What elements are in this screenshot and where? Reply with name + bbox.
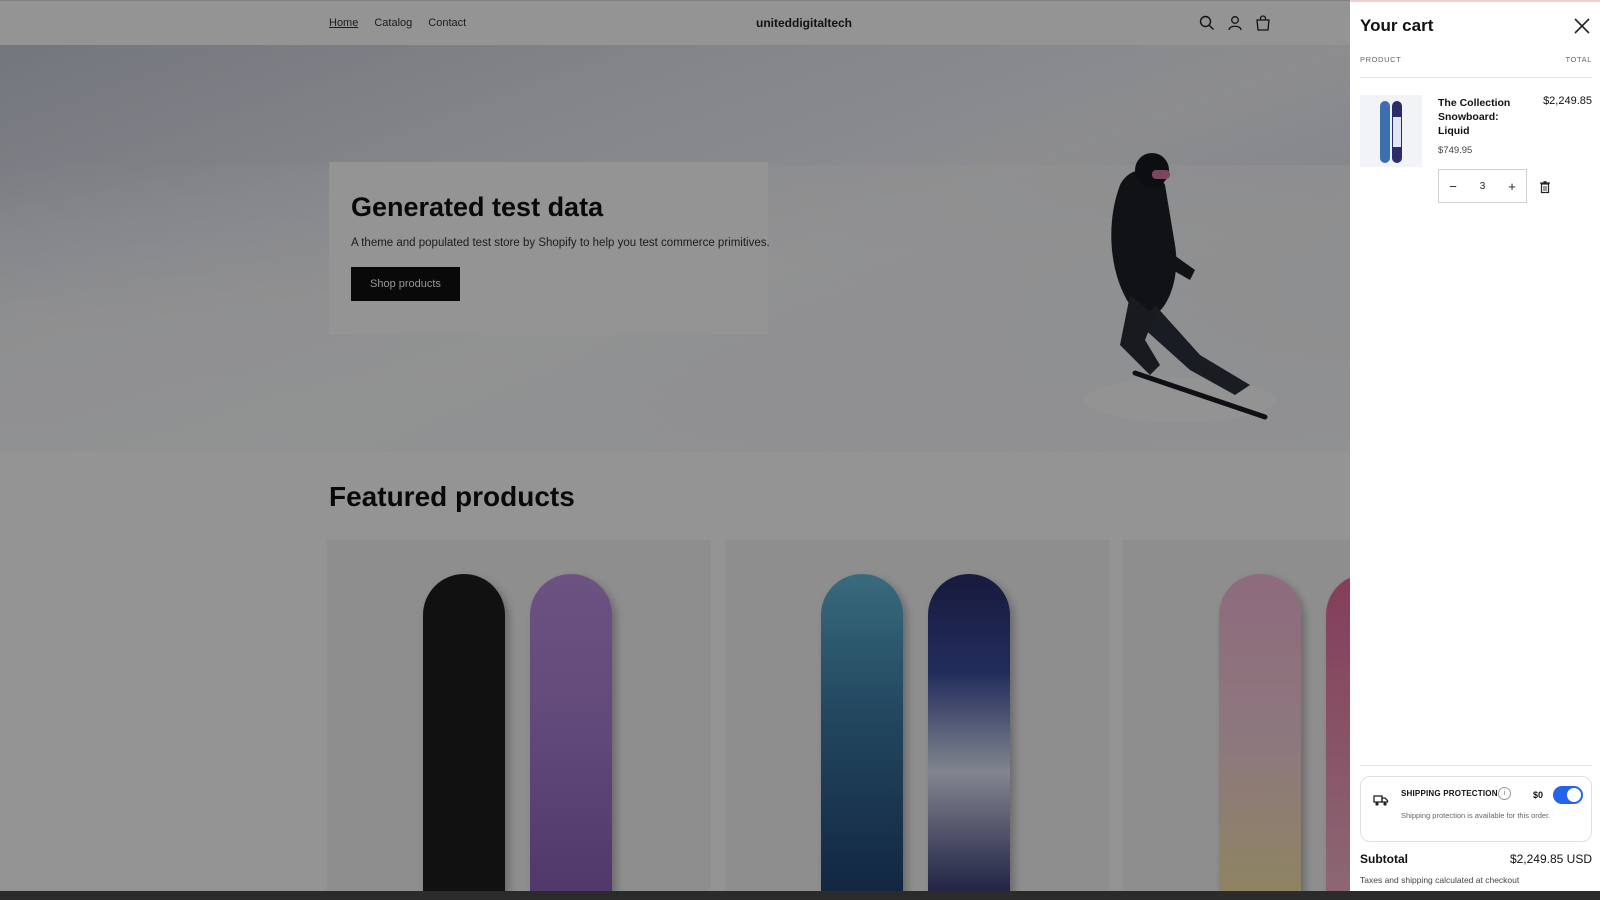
toggle-knob xyxy=(1567,788,1581,802)
shipping-protection-description: Shipping protection is available for thi… xyxy=(1401,811,1551,820)
shipping-protection-title: SHIPPING PROTECTION xyxy=(1401,789,1498,798)
header-divider xyxy=(1360,77,1592,78)
cart-item-thumbnail[interactable] xyxy=(1360,95,1422,167)
subtotal-label: Subtotal xyxy=(1360,852,1408,866)
shipping-protection-card: SHIPPING PROTECTION i $0 Shipping protec… xyxy=(1360,776,1592,842)
quantity-decrease-button[interactable]: − xyxy=(1439,170,1467,202)
cart-item-title[interactable]: The Collection Snowboard: Liquid xyxy=(1438,96,1528,138)
close-icon[interactable] xyxy=(1572,16,1592,36)
trash-icon[interactable] xyxy=(1538,180,1552,194)
quantity-increase-button[interactable]: + xyxy=(1498,170,1526,202)
cart-item-unit-price: $749.95 xyxy=(1438,145,1473,156)
page-overlay[interactable] xyxy=(0,0,1350,900)
column-header-total: TOTAL xyxy=(1565,55,1592,64)
cart-title: Your cart xyxy=(1360,16,1434,35)
truck-icon xyxy=(1373,793,1389,807)
browser-bottom-bar xyxy=(0,891,1600,900)
shipping-protection-price: $0 xyxy=(1533,790,1544,800)
subtotal-value: $2,249.85 USD xyxy=(1509,852,1592,866)
cart-item-line-total: $2,249.85 xyxy=(1543,95,1592,107)
quantity-stepper: − + xyxy=(1438,169,1527,203)
footer-divider xyxy=(1360,765,1592,766)
quantity-input[interactable] xyxy=(1468,180,1497,192)
info-icon[interactable]: i xyxy=(1498,787,1511,800)
storefront: Home Catalog Contact uniteddigitaltech 3 xyxy=(0,0,1350,900)
shipping-protection-toggle[interactable] xyxy=(1553,786,1583,804)
cart-drawer: Your cart PRODUCT TOTAL The Collection S… xyxy=(1350,0,1600,891)
column-header-product: PRODUCT xyxy=(1360,55,1402,64)
tax-shipping-note: Taxes and shipping calculated at checkou… xyxy=(1360,875,1520,885)
